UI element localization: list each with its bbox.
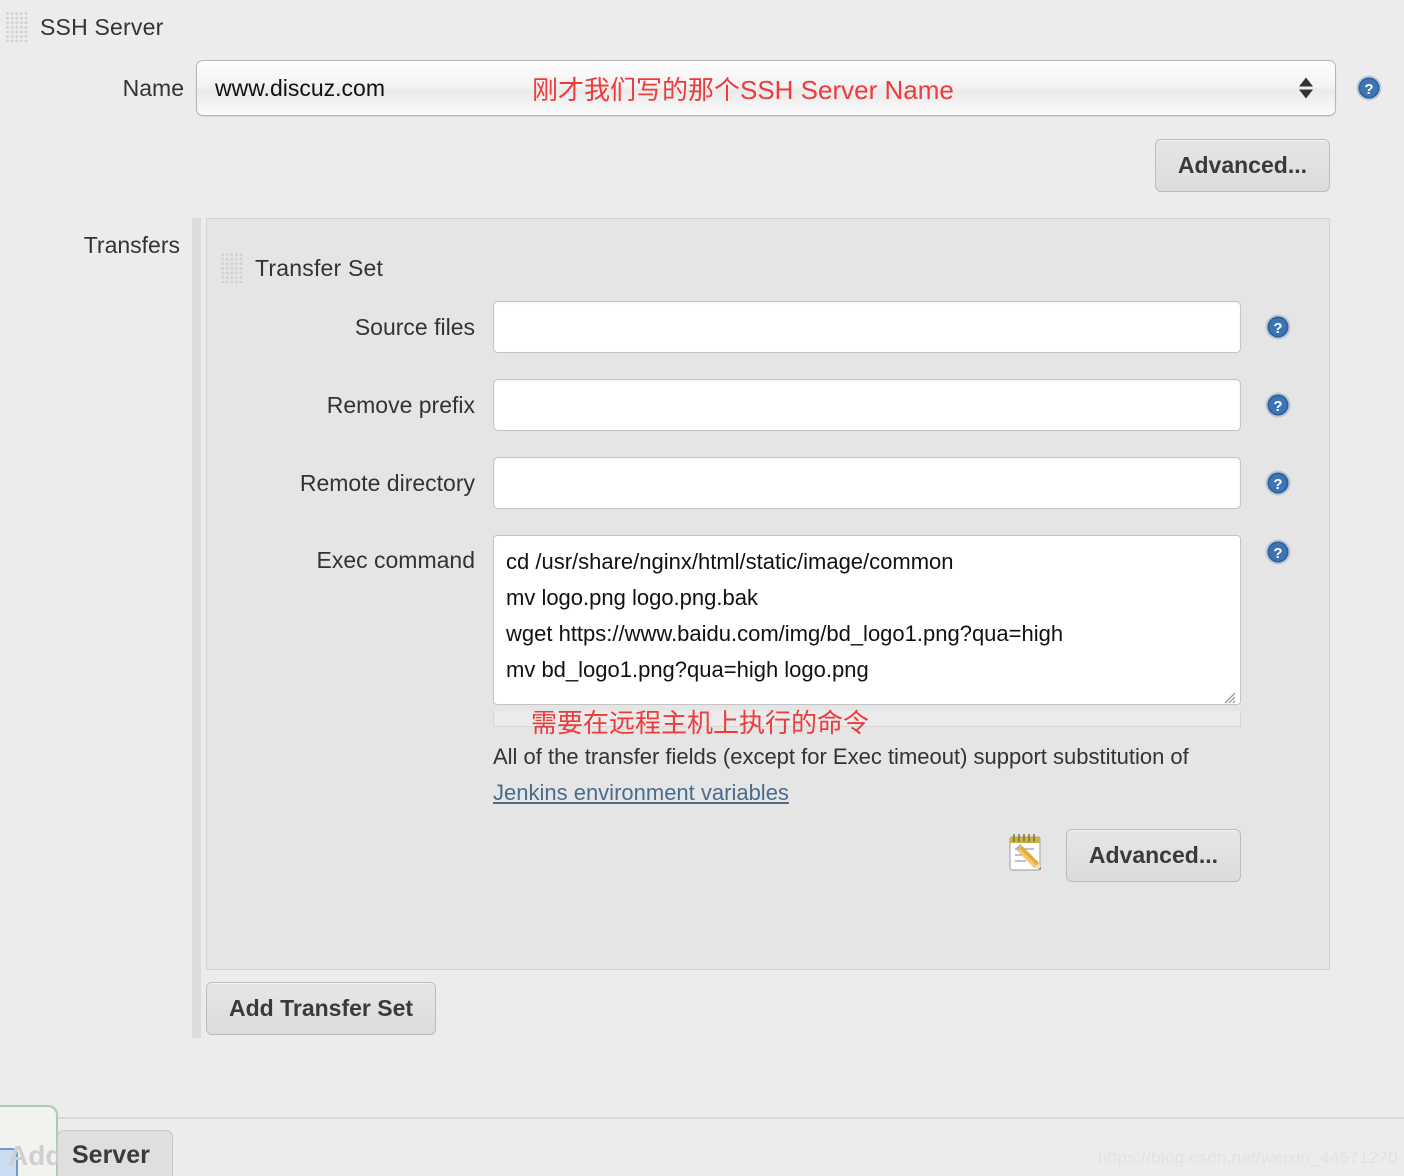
svg-text:?: ? [1273,476,1282,493]
transfer-set-panel: Transfer Set Source files ? Remove prefi… [206,218,1330,970]
help-question-icon[interactable]: ? [1265,539,1291,565]
transfers-rail [192,218,201,1038]
exec-command-label: Exec command [316,547,475,573]
help-question-icon[interactable]: ? [1265,392,1291,418]
svg-text:?: ? [1273,545,1282,562]
remote-directory-row: Remote directory ? [207,457,1331,509]
ssh-server-advanced-button[interactable]: Advanced... [1154,139,1330,192]
ssh-server-name-annotation: 刚才我们写的那个SSH Server Name [532,74,954,105]
svg-text:?: ? [1364,81,1373,98]
transfer-set-advanced-row: Advanced... [1004,829,1241,882]
watermark: https://blog.csdn.net/weixin_44571270 [1097,1148,1398,1167]
transfer-help-note: All of the transfer fields (except for E… [493,739,1253,811]
chevron-updown-icon[interactable] [1299,77,1313,99]
exec-command-textarea[interactable] [493,535,1241,705]
help-question-icon[interactable]: ? [1265,470,1291,496]
add-label: Add [8,1140,63,1171]
bottom-divider [0,1117,1404,1119]
remove-prefix-row: Remove prefix ? [207,379,1331,431]
jenkins-environment-variables-link[interactable]: Jenkins environment variables [493,780,789,805]
transfer-set-advanced-button[interactable]: Advanced... [1065,829,1241,882]
transfer-set-header: Transfer Set [221,253,383,283]
source-files-row: Source files ? [207,301,1331,353]
name-label: Name [122,74,184,101]
add-transfer-set-button[interactable]: Add Transfer Set [206,982,437,1035]
transfer-help-note-text: All of the transfer fields (except for E… [493,744,1189,769]
source-files-label: Source files [354,313,475,340]
ssh-server-name-select[interactable]: www.discuz.com 刚才我们写的那个SSH Server Name [196,60,1336,116]
jenkins-ssh-publisher-config: SSH Server Name www.discuz.com 刚才我们写的那个S… [0,0,1404,1176]
transfers-label: Transfers [83,232,180,258]
help-question-icon[interactable]: ? [1265,314,1291,340]
source-files-input[interactable] [493,301,1241,353]
remove-prefix-input[interactable] [493,379,1241,431]
remote-directory-label: Remote directory [299,469,475,496]
ssh-server-section-header: SSH Server [6,12,163,42]
svg-text:?: ? [1273,398,1282,415]
ssh-server-title: SSH Server [40,13,164,40]
server-tab[interactable]: Server [57,1130,173,1176]
exec-command-row: Exec command 需要在远程主机上执行的命令 ? [207,535,1331,738]
drag-grip-icon[interactable] [6,12,28,42]
remove-prefix-label: Remove prefix [326,391,475,418]
ssh-server-name-value: www.discuz.com [215,74,385,101]
transfer-set-title: Transfer Set [255,254,384,281]
drag-grip-icon[interactable] [221,253,243,283]
help-question-icon[interactable]: ? [1356,75,1382,101]
exec-command-wrapper: 需要在远程主机上执行的命令 [493,535,1241,738]
ssh-server-name-row: Name www.discuz.com 刚才我们写的那个SSH Server N… [0,60,1404,116]
exec-command-annotation: 需要在远程主机上执行的命令 [531,708,870,738]
notepad-edit-icon[interactable] [1004,830,1050,881]
remote-directory-input[interactable] [493,457,1241,509]
svg-text:?: ? [1273,320,1282,337]
